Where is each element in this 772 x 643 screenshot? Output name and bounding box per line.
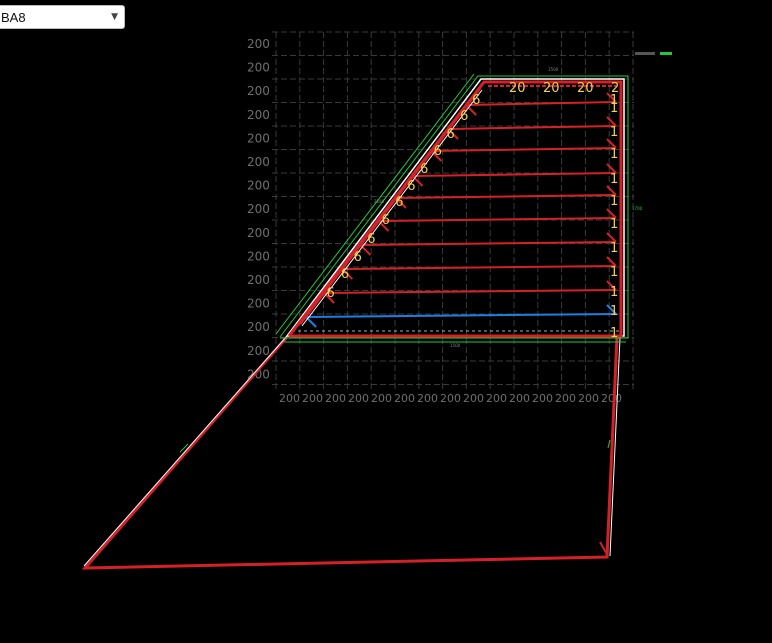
grid-col-label: 200 xyxy=(555,392,576,405)
left-bar-label: 6 xyxy=(420,162,428,177)
grid-row-label: 200 xyxy=(247,61,270,75)
grid-col-label: 200 xyxy=(578,392,599,405)
right-bar-label: 1 xyxy=(610,93,618,108)
right-bar-label: 1 xyxy=(610,241,618,256)
annotation-top: 1500 xyxy=(548,67,559,72)
top-bar-label: 20 xyxy=(509,81,526,96)
left-bar-label: 6 xyxy=(341,267,349,282)
bar-labels: 20 20 20 2666666666666111111111111 xyxy=(326,81,619,341)
right-bar-label: 1 xyxy=(610,326,618,341)
right-bar-label: 1 xyxy=(610,194,618,209)
grid-col-label: 200 xyxy=(417,392,438,405)
grid-row-label: 200 xyxy=(247,131,270,145)
left-bar-label: 6 xyxy=(407,179,415,194)
grid-row-label: 200 xyxy=(247,249,270,263)
grid-col-label: 200 xyxy=(601,392,622,405)
legend-marker-green xyxy=(660,52,672,55)
annotation-side: 2280 xyxy=(374,199,385,204)
grid-row-label: 200 xyxy=(247,344,270,358)
outer-white-edge xyxy=(83,335,288,567)
grid-col-label: 200 xyxy=(463,392,484,405)
drawing-canvas[interactable]: 2002002002002002002002002002002002002002… xyxy=(0,0,772,643)
outer-rebar-outline xyxy=(81,336,619,570)
right-bar-label: 1 xyxy=(610,172,618,187)
top-bar-label: 20 xyxy=(543,81,560,96)
grid-row-label: 200 xyxy=(247,202,270,216)
grid-row-label: 200 xyxy=(247,273,270,287)
grid-row-label: 200 xyxy=(247,320,270,334)
grid-col-label: 200 xyxy=(532,392,553,405)
left-bar-label: 6 xyxy=(395,195,403,210)
left-bar-label: 6 xyxy=(472,93,480,108)
annotation-right: 1700 xyxy=(632,206,643,211)
grid-row-label: 200 xyxy=(247,155,270,169)
right-bar-label: 1 xyxy=(610,125,618,140)
grid-row-label: 200 xyxy=(247,37,270,51)
grid-col-label: 200 xyxy=(440,392,461,405)
legend-marker xyxy=(635,52,655,55)
grid-col-label: 200 xyxy=(509,392,530,405)
annotation-bottom: 1500 xyxy=(450,343,461,348)
lower-dim-right xyxy=(607,439,611,449)
shape-layer: 20 20 20 2666666666666111111111111 1500 150… xyxy=(81,52,672,570)
grid-col-label: 200 xyxy=(394,392,415,405)
left-bar-label: 6 xyxy=(434,144,442,159)
grid-row-label: 200 xyxy=(247,297,270,311)
left-bar-label: 6 xyxy=(382,213,390,228)
grid-row-label: 200 xyxy=(247,179,270,193)
grid-col-label: 200 xyxy=(348,392,369,405)
grid-row-label: 200 xyxy=(247,226,270,240)
right-bar-label: 1 xyxy=(610,147,618,162)
right-bar-label: 1 xyxy=(610,217,618,232)
top-bar-label: 20 xyxy=(577,81,594,96)
left-bar-label: 6 xyxy=(460,109,468,124)
right-bar-label: 1 xyxy=(610,304,618,319)
grid-col-label: 200 xyxy=(486,392,507,405)
grid-col-label: 200 xyxy=(279,392,300,405)
grid-col-label: 200 xyxy=(302,392,323,405)
right-bar-label: 1 xyxy=(610,265,618,280)
left-bar-label: 6 xyxy=(354,250,362,265)
left-bar-label: 6 xyxy=(447,127,455,142)
grid-col-label: 200 xyxy=(325,392,346,405)
grid-row-label: 200 xyxy=(247,84,270,98)
dimension-left xyxy=(275,73,475,335)
right-bar-label: 1 xyxy=(610,285,618,300)
grid-col-label: 200 xyxy=(371,392,392,405)
grid-row-label: 200 xyxy=(247,108,270,122)
left-bar-label: 6 xyxy=(326,286,334,301)
left-bar-label: 6 xyxy=(367,232,375,247)
